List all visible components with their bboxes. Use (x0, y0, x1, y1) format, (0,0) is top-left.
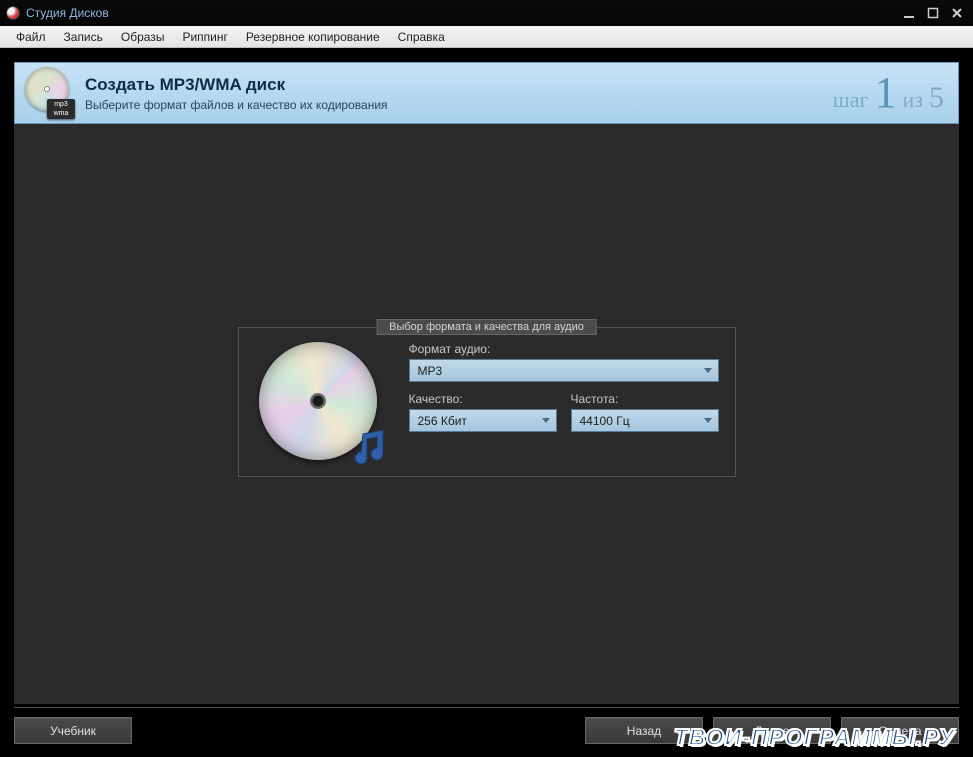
quality-label: Качество: (409, 392, 557, 406)
cancel-button[interactable]: Отмена (841, 717, 959, 744)
audio-format-groupbox: Выбор формата и качества для аудио Форма… (238, 327, 736, 477)
step-word-step: шаг (833, 87, 869, 113)
chevron-down-icon (704, 368, 712, 373)
disc-tag-label: mp3 wma (47, 99, 75, 119)
menu-file[interactable]: Файл (8, 28, 54, 46)
wizard-footer: Учебник Назад Далее Отмена (14, 707, 959, 743)
groupbox-legend: Выбор формата и качества для аудио (376, 319, 597, 335)
next-button[interactable]: Далее (713, 717, 831, 744)
quality-select[interactable]: 256 Кбит (409, 409, 557, 432)
frequency-value: 44100 Гц (580, 414, 630, 428)
chevron-down-icon (704, 418, 712, 423)
menu-images[interactable]: Образы (113, 28, 173, 46)
frequency-select[interactable]: 44100 Гц (571, 409, 719, 432)
menu-record[interactable]: Запись (56, 28, 111, 46)
menu-ripping[interactable]: Риппинг (174, 28, 235, 46)
menu-backup[interactable]: Резервное копирование (238, 28, 388, 46)
step-total: 5 (929, 81, 944, 115)
menubar: Файл Запись Образы Риппинг Резервное коп… (0, 26, 973, 48)
format-label: Формат аудио: (409, 342, 719, 356)
close-button[interactable] (949, 5, 965, 21)
minimize-button[interactable] (901, 5, 917, 21)
menu-help[interactable]: Справка (390, 28, 453, 46)
step-icon: mp3 wma (23, 67, 75, 119)
content-area: Выбор формата и качества для аудио Форма… (14, 124, 959, 704)
back-button[interactable]: Назад (585, 717, 703, 744)
step-title: Создать MP3/WMA диск (85, 75, 833, 95)
step-current: 1 (875, 71, 897, 115)
format-value: MP3 (418, 364, 443, 378)
frequency-label: Частота: (571, 392, 719, 406)
tutorial-button[interactable]: Учебник (14, 717, 132, 744)
chevron-down-icon (542, 418, 550, 423)
step-word-of: из (903, 87, 923, 113)
step-subtitle: Выберите формат файлов и качество их код… (85, 98, 833, 112)
disc-illustration (253, 342, 393, 464)
quality-value: 256 Кбит (418, 414, 467, 428)
step-counter: шаг 1 из 5 (833, 71, 944, 115)
app-icon (6, 6, 20, 20)
format-select[interactable]: MP3 (409, 359, 719, 382)
music-note-icon (349, 428, 389, 468)
wizard-step-header: mp3 wma Создать MP3/WMA диск Выберите фо… (14, 62, 959, 124)
window-title: Студия Дисков (26, 6, 109, 20)
maximize-button[interactable] (925, 5, 941, 21)
titlebar: Студия Дисков (0, 0, 973, 26)
